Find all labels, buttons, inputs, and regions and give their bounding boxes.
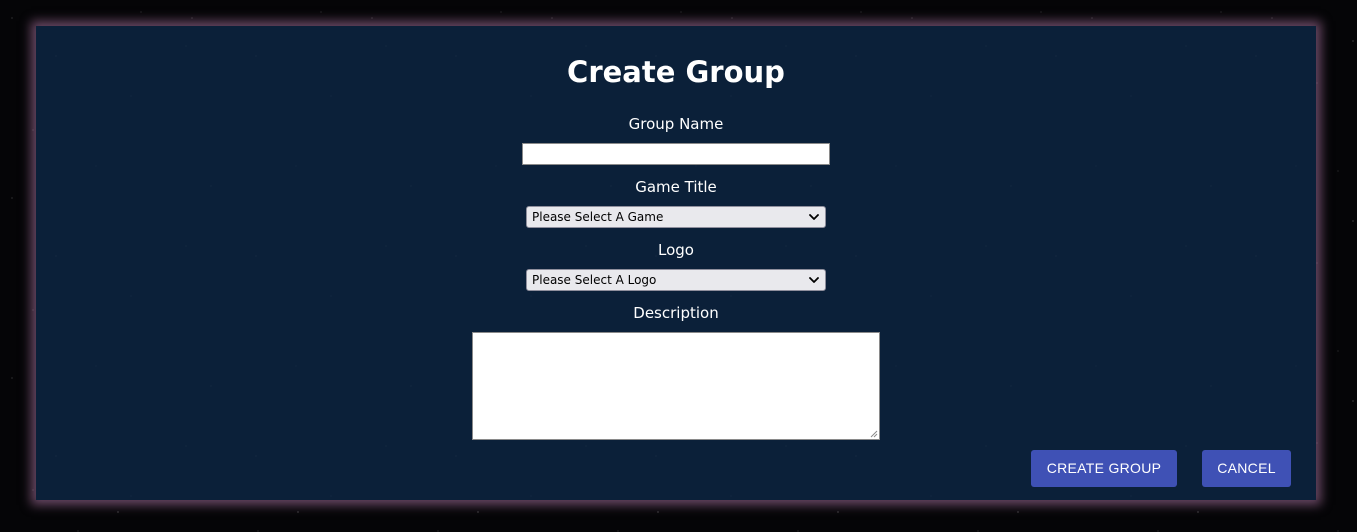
logo-select[interactable]: Please Select A Logo	[526, 269, 826, 291]
logo-select-value: Please Select A Logo	[532, 273, 657, 287]
logo-label: Logo	[658, 241, 694, 259]
game-title-label: Game Title	[635, 178, 717, 196]
chevron-down-icon	[809, 214, 819, 220]
chevron-down-icon	[809, 277, 819, 283]
description-label: Description	[633, 304, 719, 322]
page-title: Create Group	[567, 55, 785, 89]
resize-grip-icon[interactable]	[870, 430, 878, 438]
create-group-button[interactable]: CREATE GROUP	[1031, 450, 1177, 487]
description-textarea[interactable]	[472, 332, 880, 440]
cancel-button[interactable]: CANCEL	[1202, 450, 1291, 487]
game-title-select-value: Please Select A Game	[532, 210, 664, 224]
group-name-input[interactable]	[522, 143, 830, 165]
create-group-panel: Create Group Group Name Game Title Pleas…	[36, 26, 1316, 500]
group-name-label: Group Name	[628, 115, 724, 133]
game-title-select[interactable]: Please Select A Game	[526, 206, 826, 228]
